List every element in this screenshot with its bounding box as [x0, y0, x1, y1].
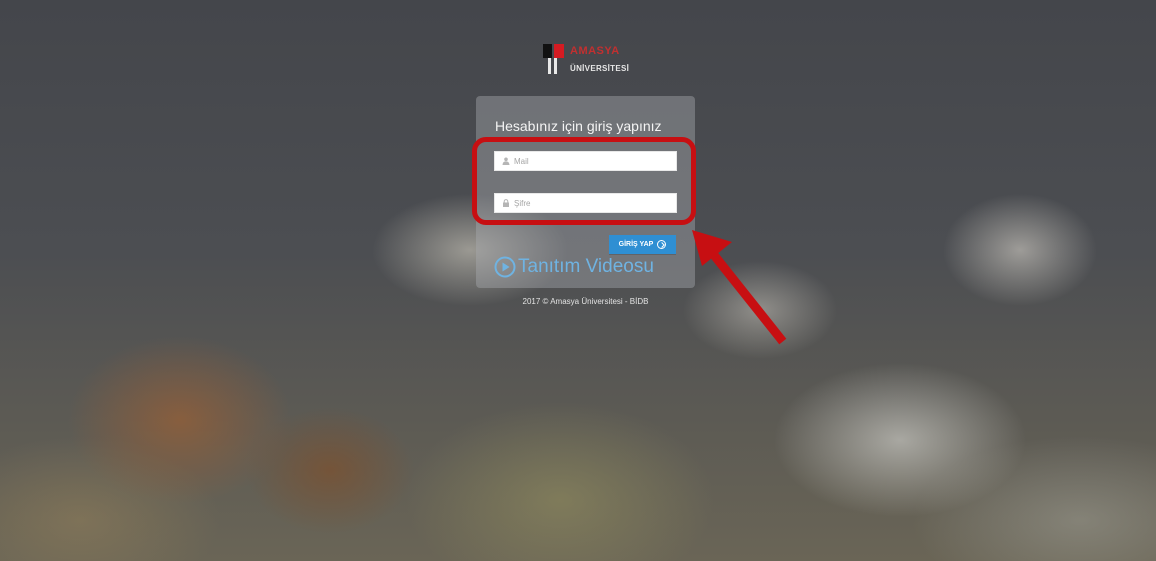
login-submit-button[interactable]: GİRİŞ YAP	[609, 235, 676, 254]
university-logo: AMASYA ÜNİVERSİTESİ	[540, 42, 646, 76]
circle-arrow-right-icon	[657, 240, 667, 249]
callout-arrow-icon	[692, 230, 787, 345]
copyright-footer: 2017 © Amasya Üniversitesi - BİDB	[522, 297, 649, 306]
intro-video-link[interactable]: Tanıtım Videosu	[494, 256, 654, 278]
play-circle-icon	[494, 256, 516, 278]
login-submit-label: GİRİŞ YAP	[618, 241, 654, 248]
logo-emblem	[540, 42, 566, 76]
login-heading: Hesabınız için giriş yapınız	[495, 118, 662, 134]
input-highlight-box	[472, 137, 696, 225]
logo-subtitle-text: ÜNİVERSİTESİ	[570, 64, 630, 73]
intro-video-label: Tanıtım Videosu	[518, 256, 654, 277]
logo-title-text: AMASYA	[570, 45, 620, 57]
